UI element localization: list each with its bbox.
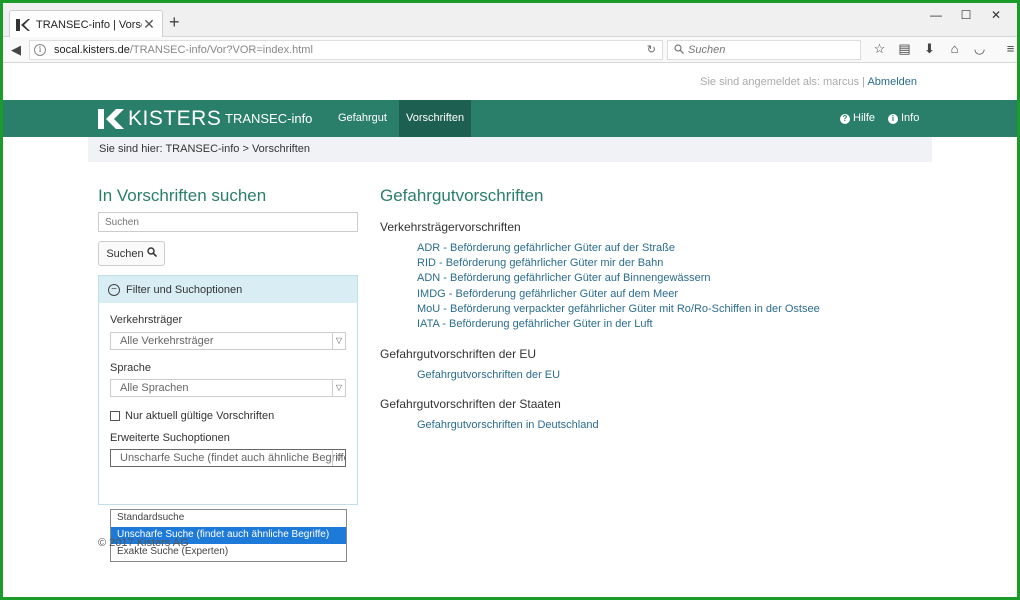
collapse-minus-icon: −	[108, 283, 120, 296]
magnifier-icon	[146, 247, 157, 260]
back-arrow-icon[interactable]: ◀	[5, 42, 27, 58]
regulation-link-iata[interactable]: IATA - Beförderung gefährlicher Güter in…	[417, 318, 653, 330]
logo-text: KISTERS	[128, 107, 222, 130]
kisters-logo[interactable]: KISTERS	[98, 107, 221, 131]
regulation-link-imdg[interactable]: IMDG - Beförderung gefährlicher Güter au…	[417, 288, 678, 300]
section-heading: Verkehrsträgervorschriften	[380, 220, 521, 234]
footer-copyright: © 2017 Kisters AG	[98, 537, 189, 549]
carrier-label: Verkehrsträger	[110, 314, 183, 326]
regulation-link-de[interactable]: Gefahrgutvorschriften in Deutschland	[417, 419, 599, 431]
carrier-select[interactable]: Alle Verkehrsträger ▽	[110, 332, 346, 350]
menu-icon[interactable]: ≡	[998, 41, 1017, 57]
filter-panel: − Filter und Suchoptionen Verkehrsträger…	[98, 275, 358, 505]
address-bar[interactable]: i socal.kisters.de/TRANSEC-info/Vor?VOR=…	[29, 40, 663, 60]
browser-window: TRANSEC-info | Vorschrift ✕ + — ☐ ✕ ◀ i …	[3, 3, 1017, 597]
breadcrumb: Sie sind hier: TRANSEC-info > Vorschrift…	[88, 137, 932, 162]
tab-close-icon[interactable]: ✕	[142, 16, 156, 33]
info-link[interactable]: i Info	[888, 100, 919, 137]
search-input[interactable]	[98, 212, 358, 232]
search-button[interactable]: Suchen	[98, 241, 165, 266]
section-heading: Gefahrgutvorschriften der Staaten	[380, 397, 561, 411]
download-icon[interactable]: ⬇	[917, 41, 942, 57]
info-label: Info	[901, 112, 920, 124]
window-controls: — ☐ ✕	[921, 7, 1011, 25]
advanced-select[interactable]: Unscharfe Suche (findet auch ähnliche Be…	[110, 449, 346, 467]
logged-in-label: Sie sind angemeldet als: marcus |	[700, 76, 865, 88]
help-link[interactable]: ? Hilfe	[840, 100, 875, 137]
help-label: Hilfe	[853, 112, 876, 124]
maximize-button[interactable]: ☐	[951, 7, 981, 25]
page-content: Sie sind angemeldet als: marcus | Abmeld…	[3, 64, 1017, 597]
sidebar-title: In Vorschriften suchen	[98, 186, 267, 205]
app-header: KISTERS TRANSEC-info Gefahrgut Vorschrif…	[3, 100, 1017, 137]
tab-title: TRANSEC-info | Vorschrift	[36, 18, 142, 31]
current-only-checkbox[interactable]	[110, 411, 120, 421]
kisters-favicon-icon	[16, 18, 30, 32]
search-button-label: Suchen	[106, 247, 144, 260]
regulation-link-eu[interactable]: Gefahrgutvorschriften der EU	[417, 369, 560, 381]
search-icon	[674, 43, 684, 57]
url-path: /TRANSEC-info/Vor?VOR=index.html	[129, 44, 313, 56]
advanced-select-value: Unscharfe Suche (findet auch ähnliche Be…	[120, 452, 346, 464]
question-icon: ?	[840, 113, 850, 124]
minimize-button[interactable]: —	[921, 7, 951, 25]
bookmark-star-icon[interactable]: ☆	[867, 41, 892, 57]
reload-icon[interactable]: ↻	[647, 43, 656, 56]
advanced-label: Erweiterte Suchoptionen	[110, 432, 230, 444]
current-only-label: Nur aktuell gültige Vorschriften	[125, 410, 275, 422]
reading-list-icon[interactable]: ▤	[892, 41, 917, 57]
dropdown-option[interactable]: Standardsuche	[111, 510, 346, 527]
title-bar: TRANSEC-info | Vorschrift ✕ + — ☐ ✕	[3, 3, 1017, 38]
regulation-link-adn[interactable]: ADN - Beförderung gefährlicher Güter auf…	[417, 272, 711, 284]
browser-navbar: ◀ i socal.kisters.de/TRANSEC-info/Vor?VO…	[3, 37, 1017, 63]
browser-tab[interactable]: TRANSEC-info | Vorschrift ✕	[9, 10, 163, 38]
toolbar-icons: ☆ ▤ ⬇ ⌂ ◡ ≡	[867, 41, 1017, 57]
browser-search-input[interactable]	[688, 44, 848, 56]
filter-panel-header[interactable]: − Filter und Suchoptionen	[99, 275, 357, 303]
nav-gefahrgut[interactable]: Gefahrgut	[331, 100, 394, 137]
language-select[interactable]: Alle Sprachen ▽	[110, 379, 346, 397]
user-status: Sie sind angemeldet als: marcus | Abmeld…	[700, 76, 917, 88]
regulation-link-mou[interactable]: MoU - Beförderung verpackter gefährliche…	[417, 303, 820, 315]
kisters-logo-icon	[98, 109, 124, 129]
current-only-checkbox-row[interactable]: Nur aktuell gültige Vorschriften	[110, 410, 274, 422]
language-label: Sprache	[110, 362, 151, 374]
url-text: socal.kisters.de/TRANSEC-info/Vor?VOR=in…	[54, 44, 313, 56]
nav-vorschriften[interactable]: Vorschriften	[399, 100, 472, 137]
new-tab-button[interactable]: +	[169, 12, 180, 33]
advanced-dropdown-list: Standardsuche Unscharfe Suche (findet au…	[110, 509, 347, 562]
info-icon: i	[888, 113, 898, 124]
filter-title: Filter und Suchoptionen	[126, 283, 243, 296]
home-icon[interactable]: ⌂	[942, 41, 967, 57]
language-select-value: Alle Sprachen	[120, 382, 189, 394]
regulation-link-rid[interactable]: RID - Beförderung gefährlicher Güter mir…	[417, 257, 663, 269]
close-window-button[interactable]: ✕	[981, 7, 1011, 25]
chevron-down-icon: ▽	[332, 333, 345, 349]
main-title: Gefahrgutvorschriften	[380, 186, 544, 205]
pocket-icon[interactable]: ◡	[967, 41, 992, 57]
site-info-icon[interactable]: i	[34, 44, 46, 56]
chevron-down-icon: ▽	[332, 450, 345, 466]
app-name[interactable]: TRANSEC-info	[225, 111, 312, 126]
carrier-select-value: Alle Verkehrsträger	[120, 335, 214, 347]
chevron-down-icon: ▽	[332, 380, 345, 396]
section-heading: Gefahrgutvorschriften der EU	[380, 347, 537, 361]
browser-search-bar[interactable]	[667, 40, 861, 60]
logout-link[interactable]: Abmelden	[867, 76, 917, 88]
regulation-link-adr[interactable]: ADR - Beförderung gefährlicher Güter auf…	[417, 242, 675, 254]
url-domain: socal.kisters.de	[54, 44, 130, 56]
